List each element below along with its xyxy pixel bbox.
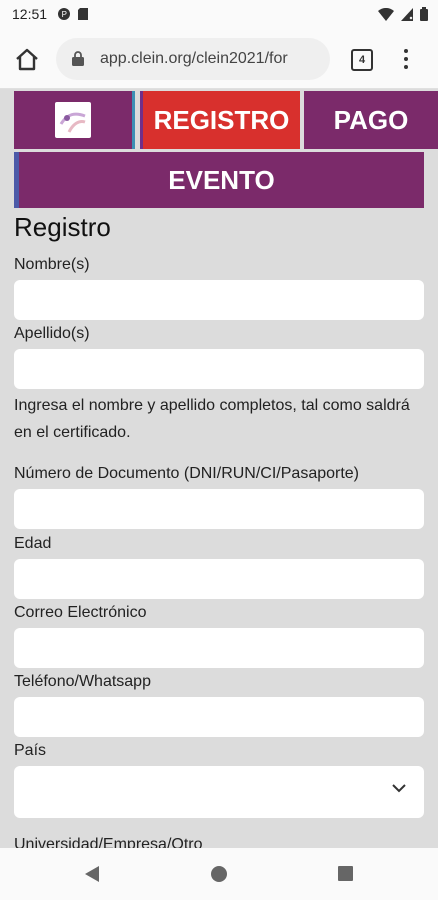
home-icon[interactable] xyxy=(14,47,40,73)
edad-label: Edad xyxy=(14,535,52,552)
page-title: Registro xyxy=(14,212,111,242)
apellido-label: Apellido(s) xyxy=(14,325,90,342)
nombre-input[interactable] xyxy=(14,280,424,320)
app-notification-icon: P xyxy=(58,8,70,20)
site-logo-link[interactable] xyxy=(14,91,135,149)
url-text: app.clein.org/clein2021/for xyxy=(100,50,288,67)
address-bar[interactable]: app.clein.org/clein2021/for xyxy=(56,38,330,80)
nav-registro[interactable]: REGISTRO xyxy=(140,91,300,149)
nav-evento[interactable]: EVENTO xyxy=(14,152,424,208)
clein-logo xyxy=(55,102,91,138)
more-options-icon[interactable] xyxy=(398,47,414,71)
documento-input[interactable] xyxy=(14,489,424,529)
nav-pago[interactable]: PAGO xyxy=(304,91,438,149)
home-nav-icon[interactable] xyxy=(211,866,227,882)
pais-label: País xyxy=(14,742,47,759)
svg-text:P: P xyxy=(62,10,67,19)
chevron-down-icon xyxy=(392,784,406,793)
telefono-label: Teléfono/Whatsapp xyxy=(14,673,151,690)
browser-toolbar: app.clein.org/clein2021/for 4 xyxy=(0,30,438,89)
lock-icon xyxy=(72,51,84,66)
wifi-icon xyxy=(378,7,394,21)
tab-switcher-button[interactable]: 4 xyxy=(351,49,373,71)
back-icon[interactable] xyxy=(85,866,99,882)
battery-icon xyxy=(420,7,428,21)
telefono-input[interactable] xyxy=(14,697,424,737)
status-time: 12:51 xyxy=(12,6,48,22)
pais-select[interactable] xyxy=(14,766,424,818)
correo-input[interactable] xyxy=(14,628,424,668)
recents-icon[interactable] xyxy=(338,866,353,881)
sd-card-icon xyxy=(78,8,88,20)
correo-label: Correo Electrónico xyxy=(14,604,147,621)
apellido-input[interactable] xyxy=(14,349,424,389)
name-help-text: Ingresa el nombre y apellido completos, … xyxy=(14,397,410,441)
edad-input[interactable] xyxy=(14,559,424,599)
signal-icon xyxy=(401,7,413,21)
system-nav-bar xyxy=(0,848,438,900)
nombre-label: Nombre(s) xyxy=(14,256,90,273)
status-bar: 12:51 P xyxy=(0,0,438,30)
documento-label: Número de Documento (DNI/RUN/CI/Pasaport… xyxy=(14,465,360,482)
